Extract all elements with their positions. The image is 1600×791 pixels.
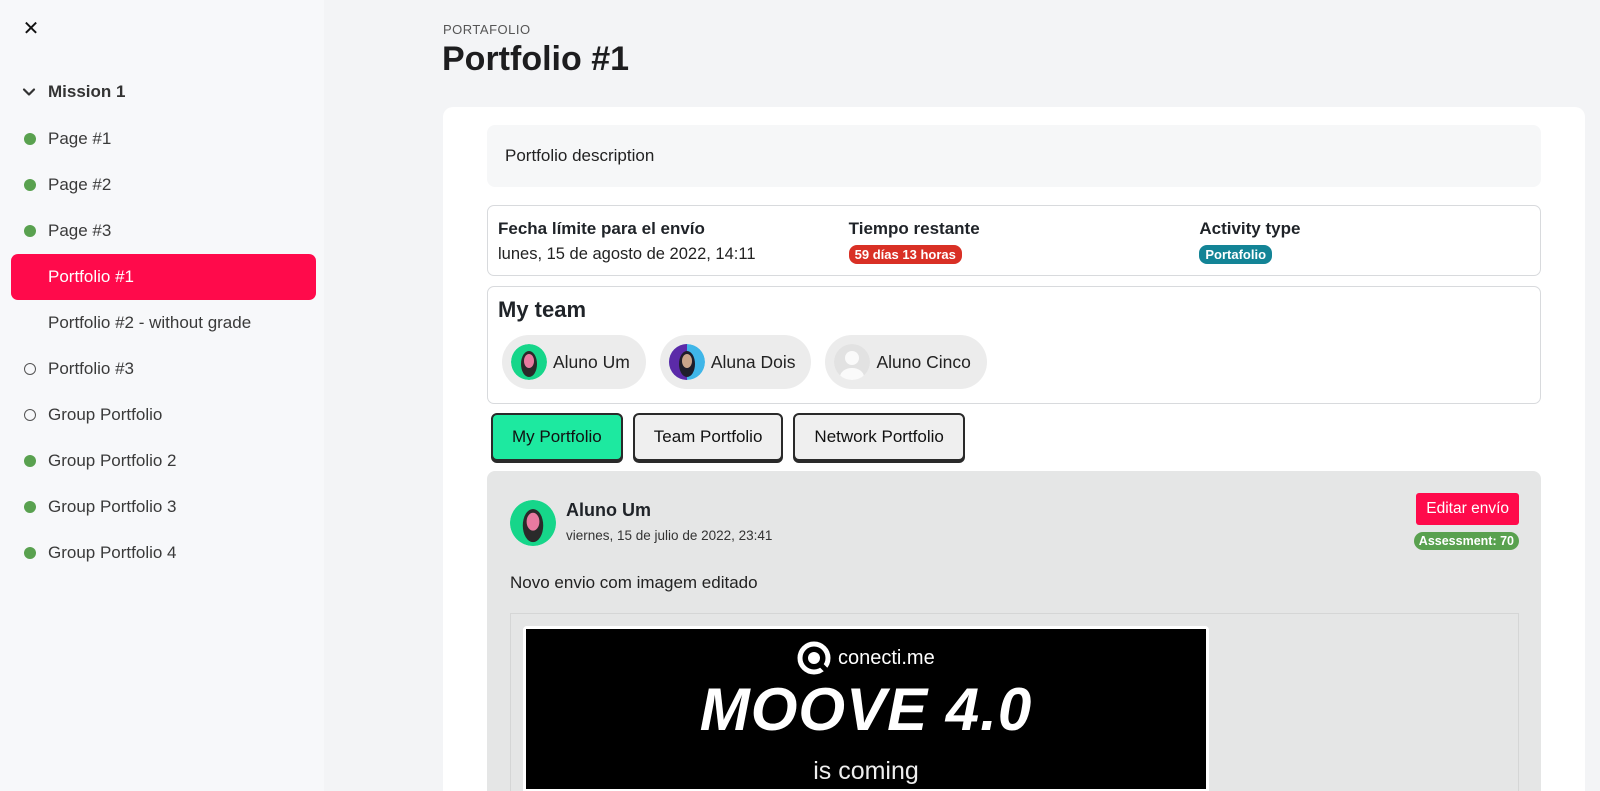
member-name: Aluna Dois [710, 351, 796, 372]
banner-image: conecti.me MOOVE 4.0 is coming [526, 629, 1206, 789]
team-members: Aluno Um Aluna Dois Aluno Cinco [502, 335, 987, 389]
avatar [668, 344, 705, 380]
completed-status-icon [24, 225, 36, 237]
remaining-label: Tiempo restante [848, 219, 980, 238]
sidebar-item-portfolio-2[interactable]: Portfolio #2 - without grade [11, 300, 316, 346]
avatar [834, 344, 871, 380]
submission-date: viernes, 15 de julio de 2022, 23:41 [566, 528, 773, 543]
conecti-logo-icon [797, 641, 831, 675]
tab-team-portfolio[interactable]: Team Portfolio [632, 413, 784, 461]
status-icon [24, 271, 36, 283]
avatar [511, 344, 547, 380]
submission-card: Aluno Um viernes, 15 de julio de 2022, 2… [487, 471, 1541, 791]
deadline-block: Fecha límite para el envío lunes, 15 de … [488, 206, 839, 275]
sidebar-item-group-portfolio-4[interactable]: Group Portfolio 4 [11, 530, 316, 576]
submission-text: Novo envio com imagem editado [510, 573, 758, 592]
sidebar-item-label: Group Portfolio 3 [48, 497, 177, 516]
completed-status-icon [24, 179, 36, 191]
sidebar-item-group-portfolio-2[interactable]: Group Portfolio 2 [11, 438, 316, 484]
close-icon[interactable]: ✕ [20, 18, 42, 40]
completed-status-icon [24, 455, 36, 467]
team-member-chip[interactable]: Aluna Dois [659, 335, 812, 389]
portfolio-description: Portfolio description [487, 125, 1541, 187]
assessment-badge: Assessment: 70 [1413, 532, 1519, 550]
banner-logo: conecti.me [797, 641, 935, 675]
team-panel: My team Aluno Um Aluna Dois Aluno Cinco [487, 286, 1541, 404]
team-member-chip[interactable]: Aluno Cinco [825, 335, 987, 389]
completed-status-icon [24, 501, 36, 513]
completed-status-icon [24, 547, 36, 559]
sidebar-item-page-1[interactable]: Page #1 [11, 116, 316, 162]
portfolio-tabs: My Portfolio Team Portfolio Network Port… [491, 413, 965, 461]
sidebar-item-group-portfolio-3[interactable]: Group Portfolio 3 [11, 484, 316, 530]
sidebar-item-label: Portfolio #1 [48, 267, 134, 286]
submission-image[interactable]: conecti.me MOOVE 4.0 is coming [523, 626, 1209, 791]
submission-image-frame: conecti.me MOOVE 4.0 is coming [510, 613, 1519, 791]
type-badge: Portafolio [1199, 245, 1273, 264]
banner-subtitle: is coming [813, 757, 919, 785]
submission-author: Aluno Um [566, 500, 651, 520]
avatar [510, 500, 556, 546]
sidebar-item-label: Portfolio #3 [48, 359, 134, 378]
section-title: Mission 1 [48, 82, 126, 101]
team-member-chip[interactable]: Aluno Um [502, 335, 646, 389]
sidebar-item-label: Group Portfolio [48, 405, 163, 424]
sidebar: ✕ Mission 1 Page #1 Page #2 Page #3 Port… [0, 0, 324, 791]
type-block: Activity type Portafolio [1189, 206, 1540, 275]
banner-logo-text: conecti.me [838, 646, 935, 669]
tab-network-portfolio[interactable]: Network Portfolio [793, 413, 965, 461]
team-title: My team [498, 297, 587, 322]
sidebar-item-portfolio-3[interactable]: Portfolio #3 [11, 346, 316, 392]
chevron-down-icon [22, 88, 36, 96]
sidebar-item-label: Group Portfolio 4 [48, 543, 177, 562]
remaining-badge: 59 días 13 horas [848, 245, 962, 264]
status-icon [24, 317, 36, 329]
type-label: Activity type [1199, 219, 1301, 238]
sidebar-item-portfolio-1[interactable]: Portfolio #1 [11, 254, 316, 300]
sidebar-item-label: Group Portfolio 2 [48, 451, 177, 470]
page-eyebrow: PORTAFOLIO [443, 22, 531, 37]
member-name: Aluno Cinco [876, 351, 971, 372]
member-name: Aluno Um [553, 351, 630, 372]
sidebar-item-label: Page #3 [48, 221, 112, 240]
sidebar-item-page-3[interactable]: Page #3 [11, 208, 316, 254]
completed-status-icon [24, 133, 36, 145]
sidebar-item-group-portfolio[interactable]: Group Portfolio [11, 392, 316, 438]
activity-meta: Fecha límite para el envío lunes, 15 de … [487, 205, 1541, 276]
banner-title: MOOVE 4.0 [699, 676, 1033, 743]
remaining-block: Tiempo restante 59 días 13 horas [839, 206, 1190, 275]
pending-status-icon [24, 409, 36, 421]
section-mission-1[interactable]: Mission 1 [22, 80, 125, 104]
tab-my-portfolio[interactable]: My Portfolio [491, 413, 623, 461]
pending-status-icon [24, 363, 36, 375]
sidebar-item-page-2[interactable]: Page #2 [11, 162, 316, 208]
sidebar-item-label: Portfolio #2 - without grade [48, 313, 252, 332]
edit-submission-button[interactable]: Editar envío [1416, 493, 1519, 525]
sidebar-nav: Page #1 Page #2 Page #3 Portfolio #1 Por… [11, 116, 316, 576]
deadline-value: lunes, 15 de agosto de 2022, 14:11 [498, 245, 756, 263]
page-title: Portfolio #1 [442, 40, 630, 78]
sidebar-item-label: Page #2 [48, 175, 112, 194]
deadline-label: Fecha límite para el envío [498, 219, 705, 238]
sidebar-item-label: Page #1 [48, 129, 112, 148]
